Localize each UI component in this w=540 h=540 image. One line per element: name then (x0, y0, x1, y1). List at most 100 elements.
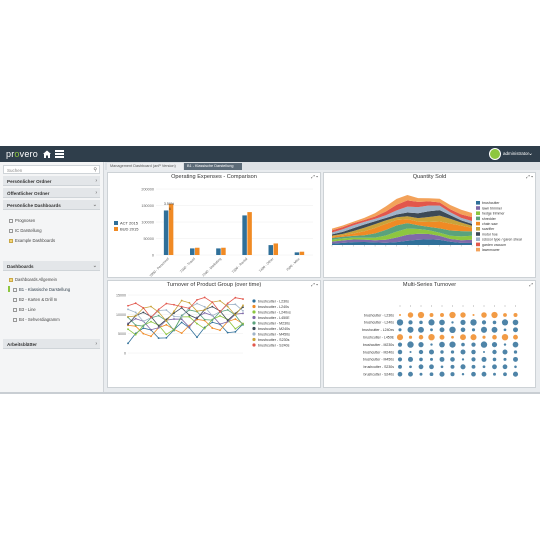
bubble (429, 364, 434, 370)
bubble (450, 364, 455, 369)
section-personal-dashboards[interactable]: Persönliche Dashboards ⌄ (3, 200, 100, 210)
expand-icon[interactable]: ⤢ (529, 282, 533, 287)
legend-swatch (114, 227, 118, 231)
section-worksheets[interactable]: Arbeitsblätter › (3, 339, 100, 349)
section-personal-folder[interactable]: Persönlicher Ordner › (3, 176, 100, 186)
bubble (471, 371, 476, 377)
turnover-chart: 050001000015000brushcutter - L230sbrushc… (116, 294, 291, 356)
data-point (157, 311, 160, 314)
bubble (407, 341, 414, 348)
user-name[interactable]: administrator (503, 151, 529, 156)
data-point (234, 318, 237, 320)
data-point (173, 329, 175, 332)
data-point (211, 314, 214, 317)
filter-icon[interactable]: ▾ (316, 282, 318, 287)
sidebar-item-prognosen[interactable]: Prognosen (9, 218, 35, 223)
filter-icon[interactable]: ▾ (531, 174, 533, 179)
panel-turnover-over-time: Turnover of Product Group (over time) ⤢ … (107, 280, 321, 388)
legend-label: BUD 2015 (120, 227, 139, 232)
bubble (491, 342, 498, 348)
bubble (439, 371, 445, 377)
sidebar-item-example-dashboards[interactable]: Example Dashboards (9, 238, 55, 243)
panel-title: Turnover of Product Group (over time) (166, 282, 262, 288)
sidebar-item-b4[interactable]: B4 - Sehverdiagramm (13, 317, 60, 322)
legend-swatch (252, 343, 256, 347)
data-point (196, 302, 198, 305)
bubble (439, 319, 445, 326)
expand-icon[interactable]: ⤢ (311, 174, 315, 179)
legend-swatch (476, 201, 480, 205)
bubble (482, 335, 486, 339)
user-avatar[interactable] (489, 148, 501, 160)
data-point (242, 298, 244, 300)
multi-series-chart: brushcutter - L230s brushcutter - L240s br… (362, 305, 519, 377)
data-point (142, 332, 145, 335)
bubble (492, 320, 497, 325)
row-label: brushcutter - S230s (363, 365, 394, 369)
sidebar-item-dashboards-allgemein[interactable]: Dashboards Allgemein (9, 277, 57, 282)
bubble (449, 311, 456, 319)
sidebar-item-ic-darstellung[interactable]: IC Darstellung (9, 228, 42, 233)
sidebar-item-b2[interactable]: B2 - Karten & Drill In (13, 297, 57, 302)
panel-title: Multi-Series Turnover (402, 282, 457, 288)
section-dashboards[interactable]: Dashboards ⌄ (3, 261, 100, 271)
opex-chart: 0 50000 100000 150000 200000 7000 - Personnel… (114, 188, 313, 277)
data-point (234, 303, 237, 306)
data-point (134, 324, 137, 327)
bubble (480, 341, 488, 348)
application-window: provero administrator ⌄ Suchen ⚲ Persönli… (0, 146, 540, 392)
data-point (211, 301, 214, 304)
bubble (503, 372, 507, 377)
data-point (134, 302, 137, 305)
provero-logo[interactable]: provero (6, 149, 38, 159)
data-point (134, 311, 137, 314)
data-point (219, 299, 221, 302)
data-point (234, 314, 237, 317)
expand-icon[interactable]: ⤢ (311, 282, 315, 287)
sidebar-item-b1[interactable]: B1 - Klassische Darstellung (7, 286, 70, 292)
tab-b1[interactable]: B1 - Klassische Darstellung (184, 163, 242, 170)
legend-label: chain saw (482, 222, 498, 226)
bubble (481, 356, 487, 362)
data-point (203, 327, 206, 330)
home-icon[interactable] (42, 149, 52, 159)
bubble (428, 319, 435, 326)
bubble (417, 311, 425, 319)
bubble (513, 327, 518, 333)
sidebar-item-b3[interactable]: B3 - Line (13, 307, 36, 312)
legend-label: brushcutter - L240xs (258, 311, 291, 315)
bubble (460, 334, 466, 341)
data-point (165, 320, 168, 323)
panel-tools: ⤢ ▾ (311, 174, 318, 179)
data-point (142, 320, 145, 323)
search-input[interactable]: Suchen ⚲ (3, 165, 100, 174)
tab-management-dashboard[interactable]: Management Dashboard (anP Version) (107, 163, 183, 170)
data-point (157, 337, 160, 340)
legend-label: brushcutter - S230s (258, 338, 290, 342)
legend-swatch (252, 315, 256, 320)
legend-label: brushcutter - L240s (258, 305, 289, 309)
bubble (503, 357, 507, 361)
y-tick-label: 10000 (116, 313, 126, 317)
data-point (188, 315, 191, 318)
filter-icon[interactable]: ▾ (316, 174, 318, 179)
data-point (196, 310, 198, 313)
legend-swatch (476, 247, 480, 252)
hamburger-menu-icon[interactable] (55, 150, 64, 158)
panel-quantity-sold: Quantity Sold ⤢ ▾ brushcutter lawn trimme… (323, 172, 536, 278)
bar (268, 245, 274, 255)
bubble (418, 334, 424, 340)
bubble (501, 334, 509, 341)
expand-icon[interactable]: ⤢ (526, 174, 530, 179)
bubble (418, 364, 424, 370)
x-tick-label: 7100 - Travel (179, 257, 196, 274)
legend-swatch (252, 326, 256, 331)
legend-swatch (252, 337, 256, 342)
data-point (211, 305, 214, 308)
bubble (493, 372, 496, 376)
search-icon[interactable]: ⚲ (93, 167, 97, 173)
chevron-down-icon[interactable]: ⌄ (528, 150, 533, 157)
data-point (127, 323, 129, 326)
legend-label: shredder (482, 217, 497, 221)
section-public-folder[interactable]: Öffentlicher Ordner › (3, 188, 100, 198)
